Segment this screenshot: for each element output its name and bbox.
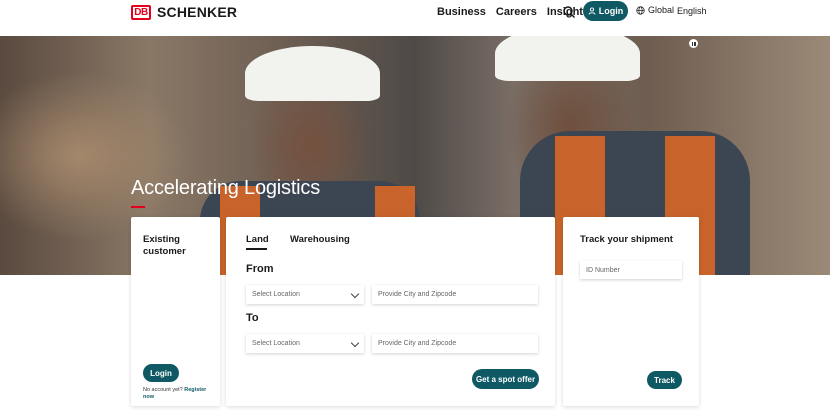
region-selector[interactable]: Global (636, 5, 674, 15)
from-location-select[interactable]: Select Location (246, 285, 364, 304)
hero-image-helmet-right (495, 36, 640, 81)
nav-business[interactable]: Business (437, 6, 486, 18)
db-logo-mark: DB (131, 4, 151, 20)
to-location-placeholder: Select Location (252, 340, 300, 347)
get-spot-offer-button[interactable]: Get a spot offer (472, 369, 539, 389)
from-location-placeholder: Select Location (252, 291, 300, 298)
register-prefix: No account yet? (143, 387, 183, 393)
search-icon[interactable] (562, 5, 576, 19)
site-header: DB SCHENKER Business Careers Insights Lo… (0, 0, 830, 36)
tab-warehousing[interactable]: Warehousing (290, 234, 350, 245)
track-button[interactable]: Track (647, 371, 682, 389)
pause-icon (691, 41, 693, 46)
header-login-button[interactable]: Login (583, 1, 628, 21)
region-label: Global (648, 5, 675, 15)
nav-careers[interactable]: Careers (496, 6, 537, 18)
active-tab-indicator (246, 248, 267, 250)
pause-video-button[interactable] (689, 39, 698, 48)
to-location-select[interactable]: Select Location (246, 334, 364, 353)
hero-title-accent (131, 206, 145, 208)
chevron-down-icon (350, 338, 360, 348)
to-city-placeholder: Provide City and Zipcode (378, 340, 457, 347)
from-city-placeholder: Provide City and Zipcode (378, 291, 457, 298)
header-login-label: Login (598, 6, 624, 16)
to-label: To (246, 312, 259, 324)
language-selector[interactable]: English (677, 6, 707, 16)
shipment-id-input[interactable]: ID Number (580, 261, 682, 279)
spot-offer-card: Land Warehousing From Select Location Pr… (226, 217, 555, 406)
chevron-down-icon (350, 289, 360, 299)
hero-image-helmet-left (245, 46, 380, 101)
to-city-input[interactable]: Provide City and Zipcode (372, 334, 538, 353)
existing-customer-title: Existing customer (143, 234, 186, 257)
existing-customer-card: Existing customer Login No account yet? … (131, 217, 220, 406)
from-city-input[interactable]: Provide City and Zipcode (372, 285, 538, 304)
track-shipment-title: Track your shipment (580, 234, 673, 245)
register-text: No account yet? Register now (143, 387, 213, 401)
user-icon (588, 7, 596, 15)
track-shipment-card: Track your shipment ID Number Track (563, 217, 699, 406)
from-label: From (246, 263, 274, 275)
customer-login-button[interactable]: Login (143, 364, 179, 382)
globe-icon (636, 5, 645, 15)
shipment-id-placeholder: ID Number (586, 266, 620, 274)
tab-land[interactable]: Land (246, 234, 269, 245)
db-schenker-logo[interactable]: DB SCHENKER (131, 4, 237, 20)
hero-title: Accelerating Logistics (131, 177, 321, 199)
logo-wordmark: SCHENKER (157, 4, 238, 20)
